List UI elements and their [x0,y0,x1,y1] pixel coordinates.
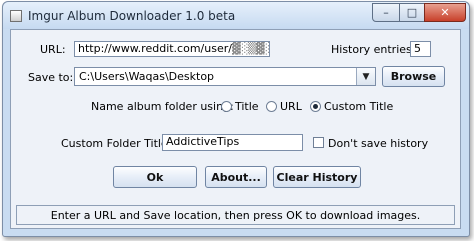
about-button-label: About... [211,170,261,184]
clear-history-button[interactable]: Clear History [273,166,361,188]
save-to-label: Save to: [28,71,74,84]
radio-title[interactable] [221,101,232,112]
custom-folder-title-label: Custom Folder Title: [61,137,172,150]
minimize-button[interactable]: – [372,3,400,22]
status-bar: Enter a URL and Save location, then pres… [16,205,455,225]
chevron-down-icon[interactable]: ▼ [356,68,375,85]
custom-folder-title-value: AddictiveTips [166,135,240,148]
history-entries-value: 5 [414,42,421,55]
about-button[interactable]: About... [205,166,267,188]
minimize-icon: – [383,6,389,19]
browse-button[interactable]: Browse [382,66,445,87]
save-to-combobox[interactable]: C:\Users\Waqas\Desktop ▼ [74,67,376,86]
close-icon: ✕ [440,6,450,19]
ok-button[interactable]: Ok [113,166,197,188]
save-to-value: C:\Users\Waqas\Desktop [79,70,215,83]
url-value: http://www.reddit.com/user/ [78,42,232,55]
window-title: Imgur Album Downloader 1.0 beta [28,9,236,23]
dont-save-history-label: Don't save history [328,137,429,150]
browse-button-label: Browse [390,70,437,83]
radio-selected-dot [313,104,318,109]
custom-folder-title-input[interactable]: AddictiveTips [162,134,303,151]
radio-url[interactable] [266,101,277,112]
album-folder-label: Name album folder using: [91,100,234,113]
app-window: Imgur Album Downloader 1.0 beta – □ ✕ UR… [2,1,470,237]
ok-button-label: Ok [146,170,164,184]
history-entries-input[interactable]: 5 [410,41,431,57]
radio-title-label: Title [235,100,259,113]
url-obscured-text: ▓░▒▓░ [231,42,270,55]
app-icon [10,10,22,22]
radio-url-label: URL [280,100,302,113]
title-bar[interactable]: Imgur Album Downloader 1.0 beta – □ ✕ [3,2,469,29]
dialog-body: URL: http://www.reddit.com/user/▓░▒▓░ Hi… [10,29,461,229]
radio-custom-title-label: Custom Title [324,100,394,113]
url-input[interactable]: http://www.reddit.com/user/▓░▒▓░ [74,41,270,57]
status-text: Enter a URL and Save location, then pres… [50,208,421,222]
clear-history-button-label: Clear History [276,170,358,184]
dont-save-history-checkbox[interactable] [313,137,324,148]
url-label: URL: [40,43,66,56]
close-button[interactable]: ✕ [424,3,466,22]
radio-custom-title[interactable] [310,101,321,112]
maximize-icon: □ [406,6,418,19]
maximize-button[interactable]: □ [399,3,425,22]
history-entries-label: History entries: [331,43,416,56]
